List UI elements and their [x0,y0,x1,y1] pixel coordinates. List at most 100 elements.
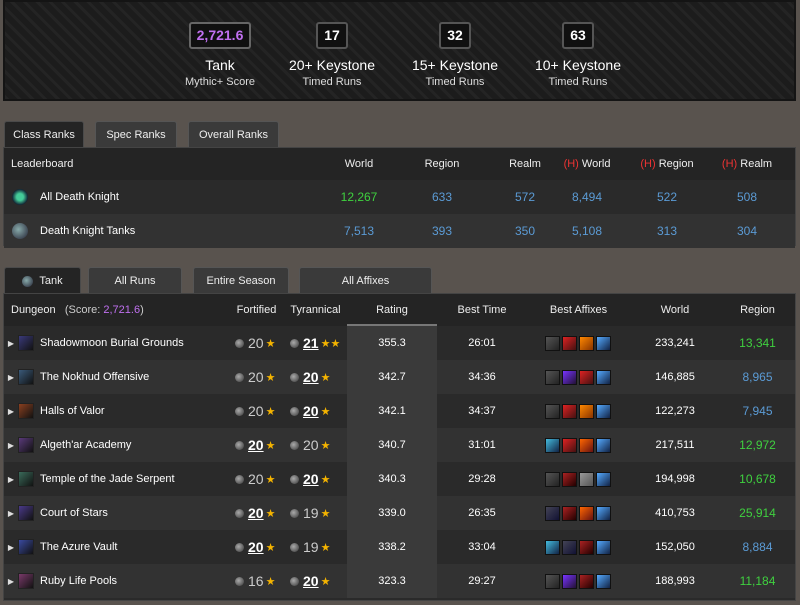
region-rank[interactable]: 13,341 [739,336,776,350]
world-rank[interactable]: 152,050 [655,541,695,553]
dungeon-name[interactable]: The Azure Vault [40,541,117,553]
dungeon-name[interactable]: Algeth'ar Academy [40,439,131,451]
fortified-level[interactable]: 20 [248,369,264,385]
sang-affix-icon[interactable] [578,539,594,555]
expand-icon[interactable]: ▶ [4,441,18,450]
burst-affix-icon[interactable] [578,335,594,351]
expand-icon[interactable]: ▶ [4,339,18,348]
tyrannical-level[interactable]: 20 [303,573,319,589]
rank-region[interactable]: 393 [417,224,467,238]
spite-affix-icon[interactable] [544,539,560,555]
col-tyrannical[interactable]: Tyrannical [284,304,347,316]
dungeon-row[interactable]: ▶ Temple of the Jade Serpent 20 ★ 20 ★ 340… [4,462,795,496]
region-rank[interactable]: 8,965 [742,370,772,384]
col-region[interactable]: Region [720,304,795,316]
bolst-affix-icon[interactable] [578,437,594,453]
storm-affix-icon[interactable] [595,369,611,385]
rank-heroic-realm[interactable]: 304 [707,224,787,238]
col-best-time[interactable]: Best Time [437,304,527,316]
leaderboard-row[interactable]: Death Knight Tanks 7,513 393 350 5,108 3… [4,214,795,248]
fortified-level[interactable]: 20 [248,471,264,487]
rank-heroic-realm[interactable]: 508 [707,190,787,204]
expand-icon[interactable]: ▶ [4,543,18,552]
tab-all-affixes[interactable]: All Affixes [299,267,432,294]
rank-heroic-world[interactable]: 8,494 [547,190,627,204]
tyrannical-level[interactable]: 20 [303,437,319,453]
region-rank[interactable]: 12,972 [739,438,776,452]
dungeon-row[interactable]: ▶ Court of Stars 20 ★ 19 ★ 339.0 26:35 410… [4,496,795,530]
leaderboard-row[interactable]: All Death Knight 12,267 633 572 8,494 52… [4,180,795,214]
tyr-affix-icon[interactable] [544,369,560,385]
tab-class-ranks[interactable]: Class Ranks [4,121,84,148]
fort-affix-icon[interactable] [561,539,577,555]
region-rank[interactable]: 25,914 [739,506,776,520]
dungeon-row[interactable]: ▶ The Nokhud Offensive 20 ★ 20 ★ 342.7 34:… [4,360,795,394]
tyr-affix-icon[interactable] [544,335,560,351]
fortified-level[interactable]: 20 [248,505,264,521]
dungeon-name[interactable]: Halls of Valor [40,405,105,417]
rank-world[interactable]: 7,513 [304,224,414,238]
bolst-affix-icon[interactable] [578,505,594,521]
dungeon-name[interactable]: Temple of the Jade Serpent [40,473,175,485]
region-rank[interactable]: 11,184 [740,574,776,588]
dungeon-row[interactable]: ▶ Algeth'ar Academy 20 ★ 20 ★ 340.7 31:01 … [4,428,795,462]
dungeon-row[interactable]: ▶ Shadowmoon Burial Grounds 20 ★ 21 ★★ 355… [4,326,795,360]
region-rank[interactable]: 10,678 [739,472,776,486]
storm-affix-icon[interactable] [595,437,611,453]
world-rank[interactable]: 194,998 [655,473,695,485]
world-rank[interactable]: 217,511 [656,439,695,451]
dungeon-name[interactable]: Court of Stars [40,507,108,519]
storm-affix-icon[interactable] [595,403,611,419]
burst-affix-icon[interactable] [578,403,594,419]
blood-affix-icon[interactable] [561,437,577,453]
rank-heroic-region[interactable]: 522 [627,190,707,204]
tyrannical-level[interactable]: 20 [303,403,319,419]
tyr-affix-icon[interactable] [544,471,560,487]
dungeon-name[interactable]: Shadowmoon Burial Grounds [40,337,184,349]
col-rating[interactable]: Rating [347,294,437,326]
blood-affix-icon[interactable] [578,369,594,385]
sang-affix-icon[interactable] [578,573,594,589]
dungeon-row[interactable]: ▶ Halls of Valor 20 ★ 20 ★ 342.1 34:37 122… [4,394,795,428]
expand-icon[interactable]: ▶ [4,373,18,382]
tab-spec-ranks[interactable]: Spec Ranks [95,121,177,148]
world-rank[interactable]: 146,885 [655,371,695,383]
tab-tank[interactable]: Tank [4,267,81,294]
fortified-level[interactable]: 20 [248,403,264,419]
blood-affix-icon[interactable] [561,403,577,419]
dungeon-name[interactable]: The Nokhud Offensive [40,371,149,383]
fortified-level[interactable]: 20 [248,437,264,453]
tab-all-runs[interactable]: All Runs [88,267,182,294]
sang-affix-icon[interactable] [561,505,577,521]
world-rank[interactable]: 188,993 [655,575,695,587]
rank-world[interactable]: 12,267 [304,190,414,204]
dungeon-name[interactable]: Ruby Life Pools [40,575,117,587]
region-rank[interactable]: 8,884 [742,540,772,554]
expand-icon[interactable]: ▶ [4,509,18,518]
world-rank[interactable]: 122,273 [655,405,695,417]
fort-affix-icon[interactable] [544,505,560,521]
tyrannical-level[interactable]: 20 [303,471,319,487]
spite-affix-icon[interactable] [544,437,560,453]
tyrannical-level[interactable]: 20 [303,369,319,385]
rank-heroic-region[interactable]: 313 [627,224,707,238]
rage-affix-icon[interactable] [561,573,577,589]
tyrannical-level[interactable]: 19 [303,539,319,555]
tab-entire-season[interactable]: Entire Season [193,267,289,294]
col-world[interactable]: World [630,304,720,316]
expand-icon[interactable]: ▶ [4,407,18,416]
rank-heroic-world[interactable]: 5,108 [547,224,627,238]
rank-region[interactable]: 633 [417,190,467,204]
region-rank[interactable]: 7,945 [742,404,772,418]
tyr-affix-icon[interactable] [544,403,560,419]
dungeon-row[interactable]: ▶ The Azure Vault 20 ★ 19 ★ 338.2 33:04 15… [4,530,795,564]
storm-affix-icon[interactable] [595,471,611,487]
rage-affix-icon[interactable] [561,369,577,385]
storm-affix-icon[interactable] [595,335,611,351]
col-fortified[interactable]: Fortified [229,304,284,316]
fortified-level[interactable]: 20 [248,539,264,555]
blood-affix-icon[interactable] [561,335,577,351]
fortified-level[interactable]: 20 [248,335,264,351]
storm-affix-icon[interactable] [595,505,611,521]
tyrannical-level[interactable]: 21 [303,335,319,351]
